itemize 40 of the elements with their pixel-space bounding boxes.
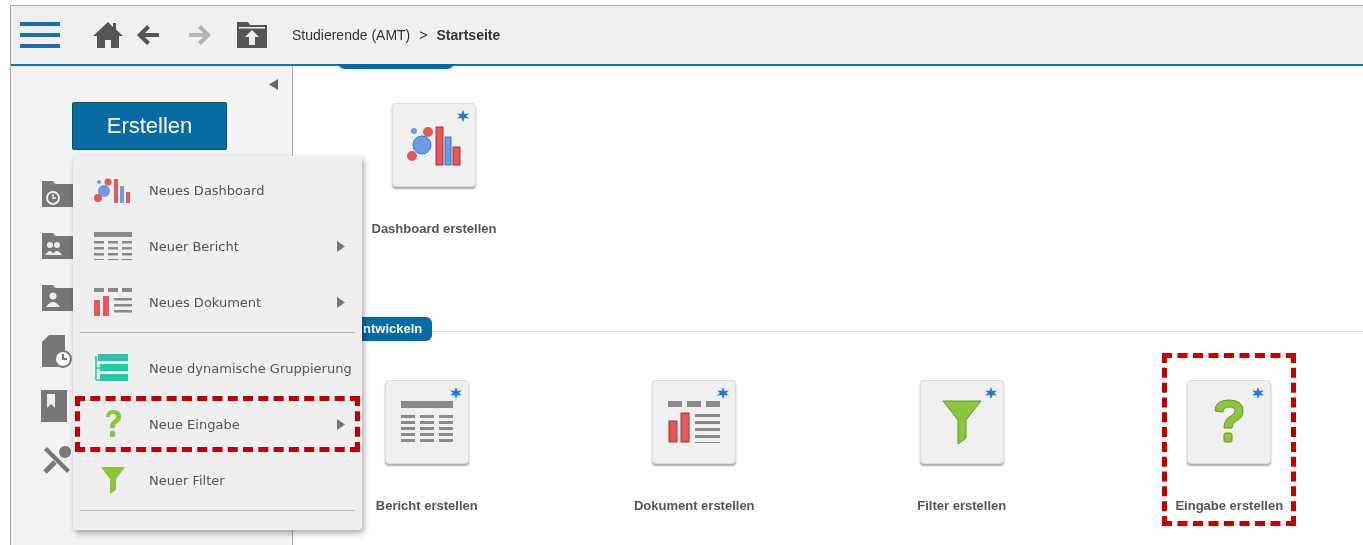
dashboard-icon (94, 177, 132, 203)
document-clock-icon[interactable] (41, 334, 75, 368)
bookmark-icon[interactable] (41, 390, 67, 422)
tile-label[interactable]: Dashboard erstellen (371, 221, 497, 236)
menu-item[interactable]: Neue Eingabe (75, 396, 360, 452)
submenu-arrow-icon (337, 240, 345, 252)
menu-icon[interactable] (20, 22, 60, 48)
breadcrumb-link[interactable]: Studierende (AMT) (292, 27, 411, 43)
tile-label[interactable]: Filter erstellen (917, 498, 1007, 513)
submenu-arrow-icon (337, 296, 345, 308)
back-arrow-icon[interactable] (136, 24, 160, 46)
tile-label[interactable]: Eingabe erstellen (1175, 498, 1284, 513)
create-tile[interactable] (384, 380, 469, 464)
create-tile[interactable] (652, 380, 737, 464)
table-icon (398, 401, 455, 443)
folder-people-icon[interactable] (41, 230, 75, 260)
menu-item[interactable]: Neuer Filter (75, 452, 360, 518)
funnel-icon (941, 400, 982, 444)
breadcrumb-link[interactable]: Startseite (436, 27, 501, 43)
breadcrumb-separator: > (419, 27, 428, 43)
question-mark-icon (1212, 399, 1247, 445)
folder-person-icon[interactable] (41, 282, 75, 312)
create-tile[interactable] (392, 103, 476, 187)
tile-label[interactable]: Dokument erstellen (633, 498, 755, 513)
menu-item[interactable]: Neues Dashboard (75, 162, 360, 218)
menu-item[interactable]: Neuer Bericht (75, 218, 360, 274)
dashboard-icon (406, 123, 462, 167)
document-chart-icon (94, 288, 132, 316)
submenu-arrow-icon (337, 418, 345, 430)
create-tile[interactable] (919, 380, 1004, 464)
create-button[interactable]: Erstellen (72, 102, 227, 150)
tile-label[interactable]: Bericht erstellen (375, 498, 478, 513)
document-chart-icon (666, 401, 723, 443)
table-icon (94, 232, 132, 260)
menu-item[interactable]: Neue dynamische Gruppierung (75, 340, 360, 396)
collapse-caret-icon[interactable] (269, 79, 278, 90)
home-icon[interactable] (92, 21, 124, 49)
create-tile[interactable] (1187, 380, 1272, 464)
folder-clock-icon[interactable] (41, 178, 75, 208)
folder-up-icon[interactable] (236, 21, 268, 49)
